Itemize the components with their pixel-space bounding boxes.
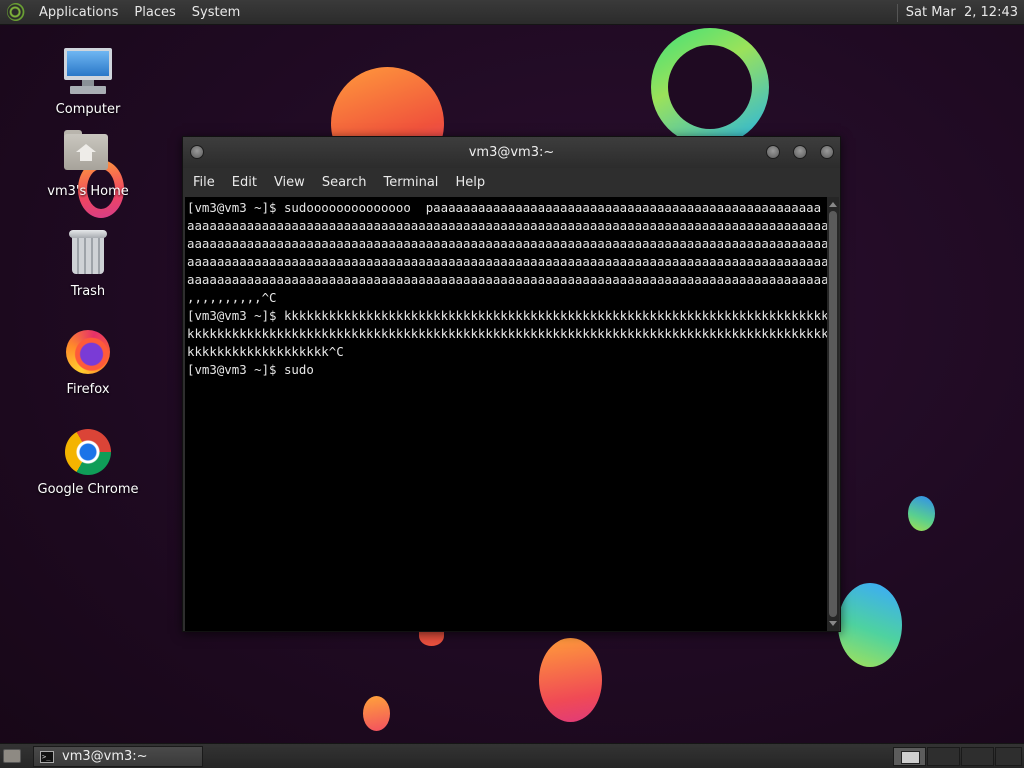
terminal-line: kkkkkkkkkkkkkkkkkkkkkkkkkkkkkkkkkkkkkkkk… [187, 326, 828, 341]
terminal-line: [vm3@vm3 ~]$ sudo [187, 362, 314, 377]
places-menu[interactable]: Places [126, 0, 183, 25]
terminal-menubar: File Edit View Search Terminal Help [183, 168, 840, 196]
minimize-button[interactable] [766, 145, 780, 159]
desktop-icon-firefox[interactable]: Firefox [28, 326, 148, 397]
terminal-window[interactable]: vm3@vm3:~ File Edit View Search Terminal… [182, 136, 841, 632]
desktop-icon-label: Firefox [66, 382, 110, 397]
terminal-icon: >_ [40, 750, 54, 763]
clock[interactable]: Sat Mar 2, 12:43 [906, 5, 1024, 20]
system-menu[interactable]: System [184, 0, 248, 25]
terminal-line: aaaaaaaaaaaaaaaaaaaaaaaaaaaaaaaaaaaaaaaa… [187, 272, 828, 287]
wallpaper-small-blue-oval [908, 496, 935, 531]
menu-view[interactable]: View [274, 175, 316, 190]
applications-menu[interactable]: Applications [31, 0, 126, 25]
maximize-button[interactable] [793, 145, 807, 159]
panel-separator [896, 3, 898, 22]
scrollbar-thumb[interactable] [829, 211, 837, 617]
window-title: vm3@vm3:~ [468, 145, 555, 160]
desktop-icon-trash[interactable]: Trash [28, 228, 148, 299]
workspace-3[interactable] [961, 747, 994, 766]
trash-icon [62, 228, 114, 280]
window-menu-button[interactable] [190, 145, 204, 159]
wallpaper-blue-green-oval [838, 583, 902, 667]
desktop-icon-label: Computer [55, 102, 121, 117]
top-panel: Applications Places System Sat Mar 2, 12… [0, 0, 1024, 25]
workspace-4[interactable] [995, 747, 1022, 766]
terminal-line: [vm3@vm3 ~]$ kkkkkkkkkkkkkkkkkkkkkkkkkkk… [187, 308, 828, 323]
workspace-1[interactable] [893, 747, 926, 766]
menu-edit[interactable]: Edit [232, 175, 268, 190]
close-button[interactable] [820, 145, 834, 159]
desktop-icon-label: vm3's Home [47, 184, 129, 199]
desktop-icon-home[interactable]: vm3's Home [28, 128, 148, 199]
firefox-icon [62, 326, 114, 378]
workspace-2[interactable] [927, 747, 960, 766]
terminal-line: aaaaaaaaaaaaaaaaaaaaaaaaaaaaaaaaaaaaaaaa… [187, 254, 828, 269]
window-titlebar[interactable]: vm3@vm3:~ [183, 137, 840, 168]
taskbar-window-label: vm3@vm3:~ [62, 749, 148, 764]
menu-help[interactable]: Help [455, 175, 496, 190]
terminal-line: ,,,,,,,,,,^C [187, 290, 277, 305]
terminal-scrollbar[interactable] [827, 197, 839, 631]
desktop-icon-label: Trash [70, 284, 106, 299]
terminal-line: aaaaaaaaaaaaaaaaaaaaaaaaaaaaaaaaaaaaaaaa… [187, 218, 828, 233]
show-desktop-icon[interactable] [3, 749, 21, 763]
menu-terminal[interactable]: Terminal [383, 175, 449, 190]
terminal-line: kkkkkkkkkkkkkkkkkkk^C [187, 344, 344, 359]
desktop-icon-label: Google Chrome [37, 482, 139, 497]
desktop-icon-computer[interactable]: Computer [28, 46, 148, 117]
taskbar-window-button[interactable]: >_ vm3@vm3:~ [33, 746, 203, 767]
terminal-line: aaaaaaaaaaaaaaaaaaaaaaaaaaaaaaaaaaaaaaaa… [187, 236, 828, 251]
wallpaper-green-ring [651, 28, 769, 146]
terminal-line: [vm3@vm3 ~]$ sudoooooooooooooo paaaaaaaa… [187, 200, 822, 215]
wallpaper-orange-oval [539, 638, 602, 722]
scroll-down-arrow-icon[interactable] [829, 621, 837, 626]
bottom-panel: >_ vm3@vm3:~ [0, 743, 1024, 768]
scroll-up-arrow-icon[interactable] [829, 202, 837, 207]
gnome-foot-icon[interactable] [7, 3, 25, 21]
wallpaper-small-orange-oval [363, 696, 390, 731]
menu-search[interactable]: Search [322, 175, 378, 190]
desktop-icon-chrome[interactable]: Google Chrome [28, 426, 148, 497]
home-folder-icon [62, 128, 114, 180]
menu-file[interactable]: File [193, 175, 226, 190]
computer-icon [62, 46, 114, 98]
chrome-icon [62, 426, 114, 478]
terminal-output[interactable]: [vm3@vm3 ~]$ sudoooooooooooooo paaaaaaaa… [185, 197, 828, 631]
